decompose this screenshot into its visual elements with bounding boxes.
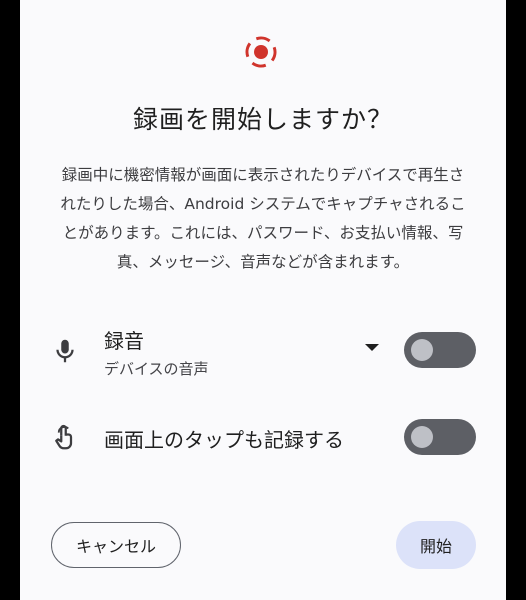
screen-record-dialog: 録画を開始しますか？ 録画中に機密情報が画面に表示されたりデバイスで再生されたり… — [20, 0, 506, 600]
dropdown-arrow-icon[interactable] — [365, 344, 379, 351]
show-taps-toggle[interactable] — [404, 419, 476, 455]
toggle-knob — [411, 426, 433, 448]
toggle-knob — [411, 339, 433, 361]
dialog-title: 録画を開始しますか？ — [132, 105, 393, 134]
audio-setting-row[interactable]: 録音 デバイスの音声 — [50, 322, 480, 378]
start-button[interactable]: 開始 — [396, 521, 476, 569]
microphone-icon — [56, 339, 74, 363]
cancel-button[interactable]: キャンセル — [51, 522, 181, 568]
show-taps-label: 画面上のタップも記録する — [104, 428, 344, 452]
audio-source[interactable]: デバイスの音声 — [104, 358, 209, 379]
show-taps-setting-row[interactable]: 画面上のタップも記録する — [50, 412, 480, 462]
touch-icon — [55, 424, 73, 450]
screen-record-icon — [245, 36, 277, 68]
dialog-top-rounded — [20, 0, 506, 40]
dialog-description: 録画中に機密情報が画面に表示されたりデバイスで再生されたりした場合、Androi… — [60, 166, 466, 271]
audio-toggle[interactable] — [404, 332, 476, 368]
audio-label: 録音 — [104, 329, 144, 353]
